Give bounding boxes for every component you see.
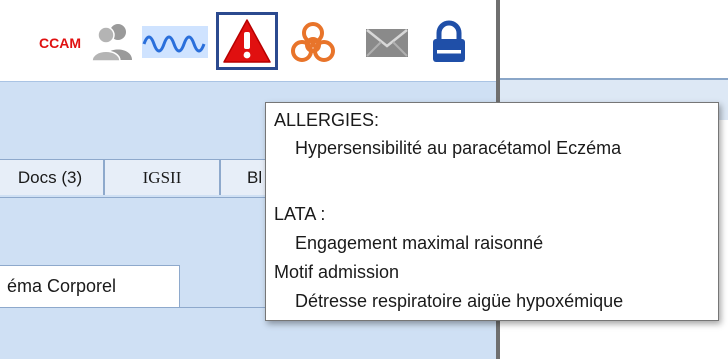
tab-igsii[interactable]: IGSII — [104, 159, 220, 195]
allergies-heading: ALLERGIES: — [274, 110, 380, 130]
motif-value: Détresse respiratoire aigüe hypoxémique — [295, 291, 624, 311]
biohazard-icon[interactable] — [288, 20, 338, 66]
mail-icon[interactable] — [364, 26, 410, 60]
allergy-tooltip: ALLERGIES: Hypersensibilité au paracétam… — [265, 102, 719, 321]
motif-heading: Motif admission — [274, 262, 400, 282]
lata-value: Engagement maximal raisonné — [295, 233, 544, 253]
vital-signs-wave-icon[interactable] — [140, 20, 210, 64]
tab-docs[interactable]: Docs (3) — [0, 159, 104, 195]
users-icon[interactable] — [90, 22, 134, 62]
tab-schema-corporel[interactable]: éma Corporel — [0, 265, 180, 307]
allergies-value: Hypersensibilité au paracétamol Eczéma — [295, 138, 622, 158]
ccam-icon[interactable]: CCAM — [30, 32, 90, 54]
warning-triangle-icon — [223, 19, 271, 63]
lock-icon[interactable] — [428, 20, 470, 64]
alert-button[interactable] — [216, 12, 278, 70]
lata-heading: LATA : — [274, 204, 326, 224]
